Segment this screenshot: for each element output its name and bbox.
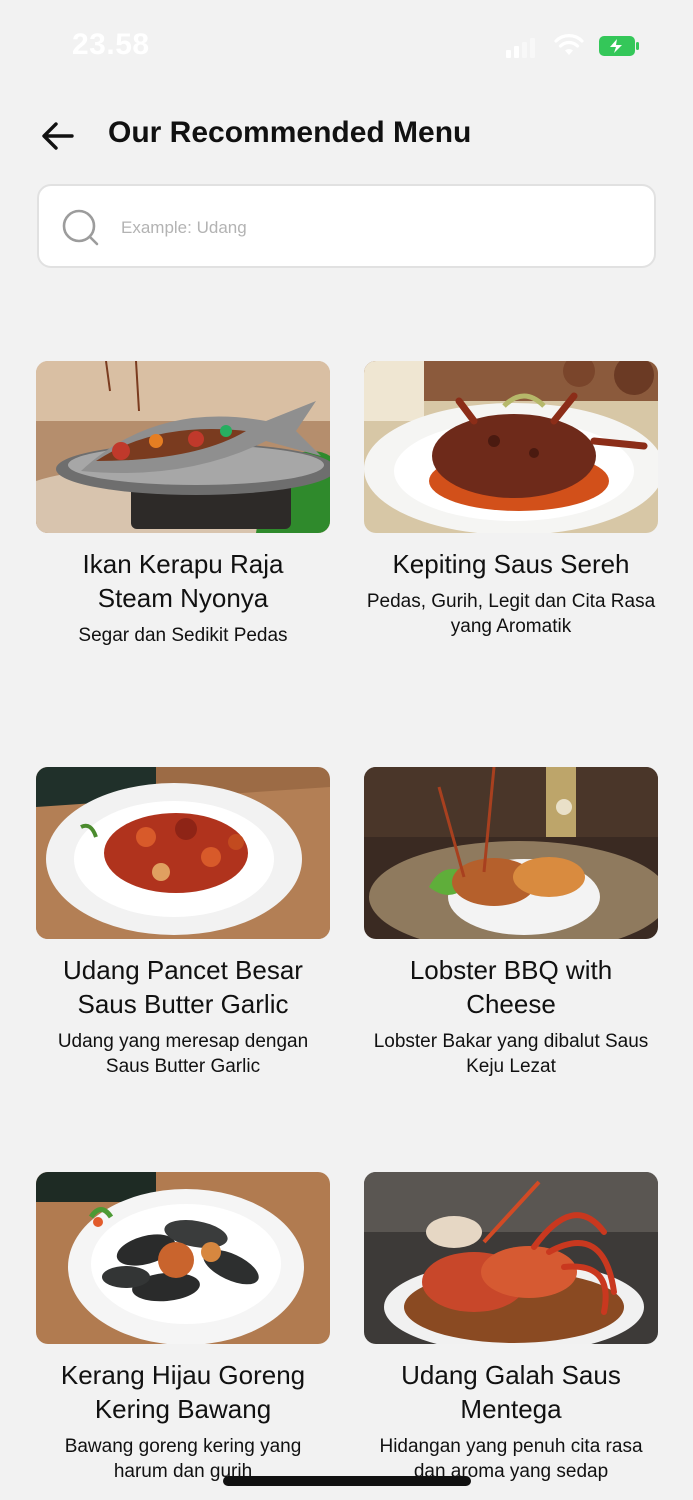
green-mussels-photo <box>36 1172 330 1344</box>
menu-item-description: Udang yang meresap dengan Saus Butter Ga… <box>57 1031 309 1077</box>
header: Our Recommended Menu <box>0 100 693 170</box>
menu-item-description: Lobster Bakar yang dibalut Saus Keju Lez… <box>373 1031 649 1077</box>
arrow-left-icon <box>42 122 74 150</box>
menu-card[interactable]: Kerang Hijau Goreng Kering Bawang Bawang… <box>36 1172 330 1484</box>
bbq-lobster-photo <box>364 767 658 939</box>
menu-item-name: Udang Pancet Besar Saus Butter Garlic <box>63 955 303 1019</box>
search-bar[interactable] <box>37 184 656 268</box>
menu-item-name: Lobster BBQ with Cheese <box>409 955 613 1019</box>
menu-item-name: Ikan Kerapu Raja Steam Nyonya <box>82 549 284 613</box>
menu-item-description: Pedas, Gurih, Legit dan Cita Rasa yang A… <box>366 591 656 637</box>
signal-icon <box>506 38 535 58</box>
butter-river-prawn-photo <box>364 1172 658 1344</box>
steamed-grouper-photo <box>36 361 330 533</box>
status-bar: 23.58 <box>0 0 693 92</box>
search-input[interactable] <box>119 206 623 250</box>
menu-item-name: Kepiting Saus Sereh <box>392 549 630 579</box>
menu-card[interactable]: Udang Galah Saus Mentega Hidangan yang p… <box>364 1172 658 1484</box>
menu-card[interactable]: Udang Pancet Besar Saus Butter Garlic Ud… <box>36 767 330 1079</box>
search-icon <box>62 209 99 246</box>
wifi-icon <box>554 34 584 55</box>
status-time: 23.58 <box>72 28 150 61</box>
battery-icon <box>599 36 639 56</box>
menu-card[interactable]: Ikan Kerapu Raja Steam Nyonya Segar dan … <box>36 361 330 648</box>
page-title: Our Recommended Menu <box>108 116 472 149</box>
menu-item-description: Segar dan Sedikit Pedas <box>78 625 288 646</box>
home-indicator[interactable] <box>223 1476 471 1486</box>
menu-card[interactable]: Lobster BBQ with Cheese Lobster Bakar ya… <box>364 767 658 1079</box>
butter-garlic-prawn-photo <box>36 767 330 939</box>
back-button[interactable] <box>36 114 80 158</box>
menu-item-name: Udang Galah Saus Mentega <box>401 1360 621 1424</box>
menu-item-name: Kerang Hijau Goreng Kering Bawang <box>60 1360 306 1424</box>
menu-card[interactable]: Kepiting Saus Sereh Pedas, Gurih, Legit … <box>364 361 658 639</box>
crab-lemongrass-photo <box>364 361 658 533</box>
